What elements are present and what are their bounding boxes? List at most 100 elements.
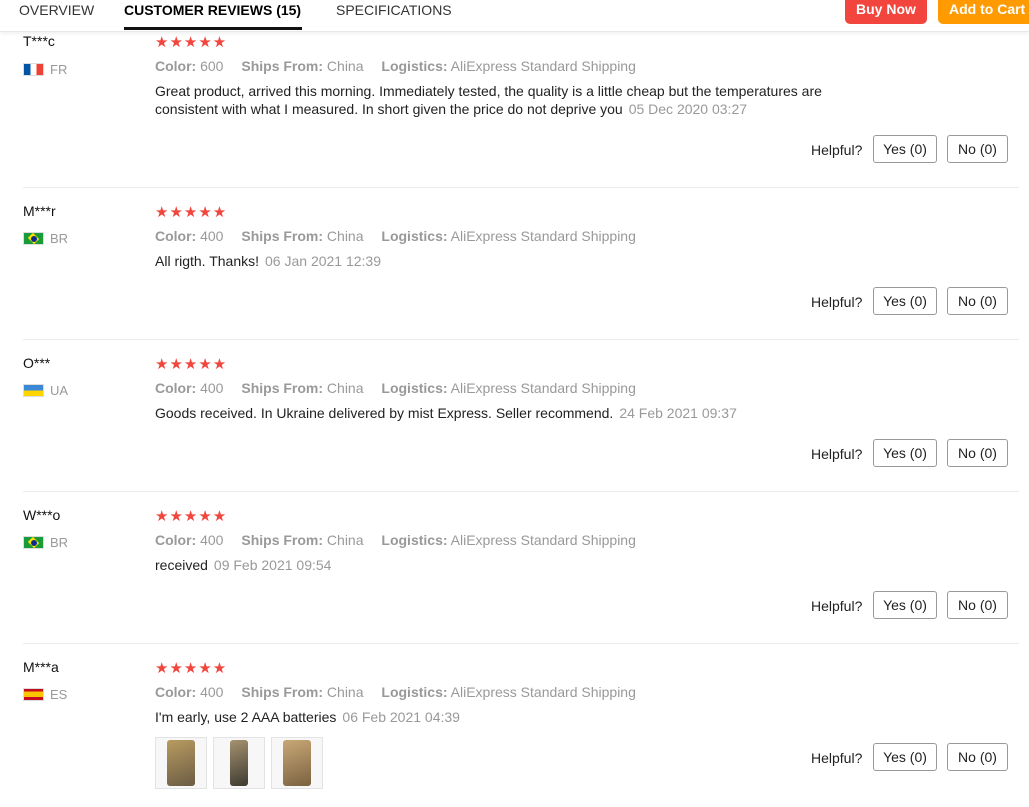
ships-from-value: China	[326, 684, 364, 700]
review-item: W***o BR ★★★★★ Color: 400 Ships From: Ch…	[0, 492, 1029, 644]
reviewer-name: O***	[23, 355, 51, 371]
color-label: Color:	[155, 380, 197, 396]
country-code: BR	[50, 534, 69, 550]
photo-image	[283, 740, 311, 786]
review-text: Goods received. In Ukraine delivered by …	[155, 404, 855, 422]
review-photo-thumbnail[interactable]	[213, 737, 265, 789]
logistics-label: Logistics:	[381, 532, 448, 548]
logistics-value: AliExpress Standard Shipping	[450, 58, 636, 74]
review-meta: Color: 400 Ships From: China Logistics: …	[155, 380, 636, 396]
tab-customer-reviews[interactable]: CUSTOMER REVIEWS (15)	[124, 0, 303, 30]
reviewer-name: M***a	[23, 659, 59, 675]
helpful-yes-button[interactable]: Yes (0)	[873, 439, 937, 467]
reviewer-name: W***o	[23, 507, 61, 523]
flag-fr-icon	[23, 62, 44, 76]
review-meta: Color: 600 Ships From: China Logistics: …	[155, 58, 636, 74]
helpful-label: Helpful?	[811, 294, 863, 310]
review-text: I'm early, use 2 AAA batteries 06 Feb 202…	[155, 708, 855, 726]
color-label: Color:	[155, 684, 197, 700]
tab-specifications[interactable]: SPECIFICATIONS	[336, 0, 452, 30]
logistics-label: Logistics:	[381, 380, 448, 396]
photo-image	[230, 740, 248, 786]
color-value: 400	[200, 380, 224, 396]
helpful-no-button[interactable]: No (0)	[947, 287, 1008, 315]
review-body: I'm early, use 2 AAA batteries	[155, 709, 337, 725]
ships-from-label: Ships From:	[241, 532, 324, 548]
rating-stars: ★★★★★	[155, 508, 228, 525]
color-value: 600	[200, 58, 224, 74]
logistics-label: Logistics:	[381, 58, 448, 74]
reviewer-name: M***r	[23, 203, 56, 219]
review-photos	[155, 737, 323, 789]
reviewer-country: BR	[23, 534, 69, 550]
ships-from-value: China	[326, 58, 364, 74]
review-body: received	[155, 557, 208, 573]
helpful-no-button[interactable]: No (0)	[947, 743, 1008, 771]
review-text: Great product, arrived this morning. Imm…	[155, 82, 855, 118]
helpful-yes-button[interactable]: Yes (0)	[873, 135, 937, 163]
logistics-value: AliExpress Standard Shipping	[450, 684, 636, 700]
rating-stars: ★★★★★	[155, 660, 228, 677]
reviewer-country: BR	[23, 230, 69, 246]
review-date: 06 Feb 2021 04:39	[342, 709, 460, 725]
helpful-label: Helpful?	[811, 598, 863, 614]
helpful-no-button[interactable]: No (0)	[947, 591, 1008, 619]
logistics-value: AliExpress Standard Shipping	[450, 380, 636, 396]
color-value: 400	[200, 228, 224, 244]
reviewer-country: FR	[23, 61, 68, 77]
country-code: UA	[50, 382, 69, 398]
color-label: Color:	[155, 228, 197, 244]
reviewer-name: T***c	[23, 33, 55, 49]
rating-stars: ★★★★★	[155, 34, 228, 51]
helpful-no-button[interactable]: No (0)	[947, 439, 1008, 467]
ships-from-value: China	[326, 228, 364, 244]
review-item: T***c FR ★★★★★ Color: 600 Ships From: Ch…	[0, 32, 1029, 188]
helpful-no-button[interactable]: No (0)	[947, 135, 1008, 163]
photo-image	[167, 740, 195, 786]
country-code: ES	[50, 686, 68, 702]
review-text: All rigth. Thanks! 06 Jan 2021 12:39	[155, 252, 855, 270]
helpful-yes-button[interactable]: Yes (0)	[873, 591, 937, 619]
flag-ua-icon	[23, 383, 44, 397]
review-date: 09 Feb 2021 09:54	[213, 557, 332, 573]
review-body: Goods received. In Ukraine delivered by …	[155, 405, 614, 421]
review-meta: Color: 400 Ships From: China Logistics: …	[155, 684, 636, 700]
review-body: All rigth. Thanks!	[155, 253, 260, 269]
helpful-label: Helpful?	[811, 750, 863, 766]
color-value: 400	[200, 532, 224, 548]
review-meta: Color: 400 Ships From: China Logistics: …	[155, 532, 636, 548]
review-date: 24 Feb 2021 09:37	[619, 405, 737, 421]
color-value: 400	[200, 684, 224, 700]
ships-from-label: Ships From:	[241, 684, 324, 700]
logistics-value: AliExpress Standard Shipping	[450, 228, 636, 244]
reviewer-country: UA	[23, 382, 69, 398]
ships-from-value: China	[326, 532, 364, 548]
tab-overview[interactable]: OVERVIEW	[19, 0, 94, 30]
ships-from-label: Ships From:	[241, 380, 324, 396]
country-code: FR	[50, 61, 68, 77]
rating-stars: ★★★★★	[155, 204, 228, 221]
helpful-label: Helpful?	[811, 446, 863, 462]
helpful-yes-button[interactable]: Yes (0)	[873, 287, 937, 315]
logistics-label: Logistics:	[381, 684, 448, 700]
ships-from-value: China	[326, 380, 364, 396]
review-text: received 09 Feb 2021 09:54	[155, 556, 855, 574]
helpful-yes-button[interactable]: Yes (0)	[873, 743, 937, 771]
add-to-cart-button[interactable]: Add to Cart	[938, 0, 1029, 24]
country-code: BR	[50, 230, 69, 246]
review-date: 05 Dec 2020 03:27	[628, 101, 748, 117]
flag-es-icon	[23, 687, 44, 701]
color-label: Color:	[155, 532, 197, 548]
logistics-value: AliExpress Standard Shipping	[450, 532, 636, 548]
review-item: M***a ES ★★★★★ Color: 400 Ships From: Ch…	[0, 644, 1029, 807]
review-item: M***r BR ★★★★★ Color: 400 Ships From: Ch…	[0, 188, 1029, 340]
review-date: 06 Jan 2021 12:39	[265, 253, 382, 269]
reviewer-country: ES	[23, 686, 68, 702]
rating-stars: ★★★★★	[155, 356, 228, 373]
buy-now-button[interactable]: Buy Now	[845, 0, 927, 24]
review-photo-thumbnail[interactable]	[271, 737, 323, 789]
helpful-label: Helpful?	[811, 142, 863, 158]
flag-br-icon	[23, 231, 44, 245]
review-photo-thumbnail[interactable]	[155, 737, 207, 789]
ships-from-label: Ships From:	[241, 228, 324, 244]
